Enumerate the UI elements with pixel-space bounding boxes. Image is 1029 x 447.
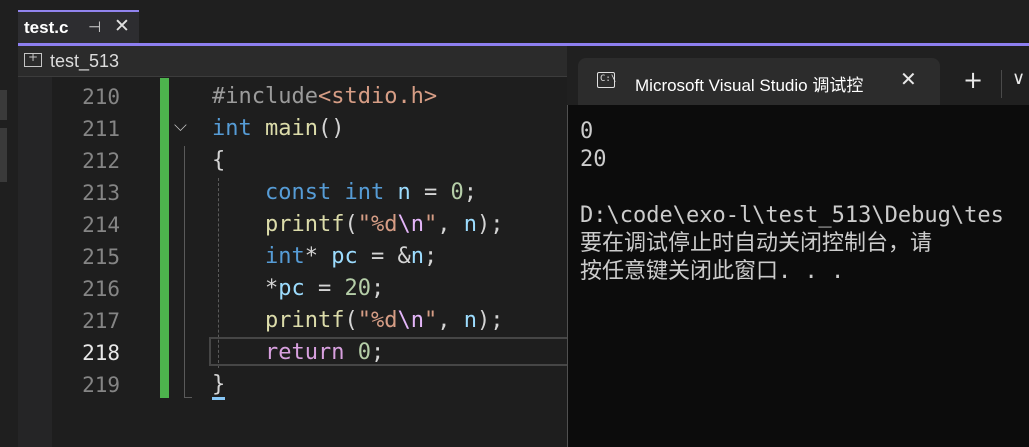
chevron-down-icon[interactable]: ∨: [1012, 68, 1025, 89]
terminal-icon: C:\: [597, 72, 616, 88]
line-number: 213: [82, 181, 120, 205]
console-output-line: 20: [580, 147, 607, 172]
scope-guide: [184, 146, 185, 398]
tab-title: test.c: [24, 18, 69, 37]
line-number: 216: [82, 277, 120, 301]
code-line-212[interactable]: {: [212, 145, 225, 177]
code-line-210[interactable]: #include<stdio.h>: [212, 81, 437, 113]
collapse-chevron-icon[interactable]: ⌵: [174, 116, 187, 136]
brace-match-marker: [212, 397, 225, 400]
editor-tab-strip: [10, 0, 1029, 44]
new-tab-icon[interactable]: +: [963, 66, 983, 94]
code-line-213[interactable]: const int n = 0;: [212, 177, 477, 209]
line-number: 210: [82, 85, 120, 109]
code-line-216[interactable]: *pc = 20;: [212, 273, 384, 305]
console-output-line: D:\code\exo-l\test_513\Debug\tes: [580, 203, 1004, 228]
line-number: 217: [82, 309, 120, 333]
pin-icon[interactable]: ⊣: [88, 18, 101, 36]
console-output-line: 按任意键关闭此窗口. . .: [580, 259, 845, 284]
line-number: 212: [82, 149, 120, 173]
tab-test-c[interactable]: test.c ⊣ ✕: [18, 10, 139, 44]
scope-guide-foot: [184, 397, 192, 398]
code-line-218[interactable]: return 0;: [212, 337, 384, 369]
console-output-line: 要在调试停止时自动关闭控制台，请: [580, 231, 933, 256]
change-tracking-bar: [160, 78, 169, 398]
line-number: 218: [82, 341, 120, 365]
console-tab-title: Microsoft Visual Studio 调试控: [635, 76, 864, 95]
tab-divider: [1001, 70, 1002, 98]
line-number: 219: [82, 373, 120, 397]
code-line-211[interactable]: int main(): [212, 113, 344, 145]
close-icon[interactable]: ✕: [900, 67, 917, 91]
editor-margin: [18, 77, 52, 447]
console-output-line: 0: [580, 119, 594, 144]
close-icon[interactable]: ✕: [114, 15, 130, 37]
project-dropdown-label[interactable]: test_513: [50, 51, 119, 72]
line-number: 211: [82, 117, 120, 141]
code-line-214[interactable]: printf("%d\n", n);: [212, 209, 503, 241]
line-number: 214: [82, 213, 120, 237]
code-line-215[interactable]: int* pc = &n;: [212, 241, 437, 273]
line-number: 215: [82, 245, 120, 269]
code-line-217[interactable]: printf("%d\n", n);: [212, 305, 503, 337]
left-tool-strip: [0, 0, 10, 447]
project-file-icon: +: [24, 50, 42, 67]
